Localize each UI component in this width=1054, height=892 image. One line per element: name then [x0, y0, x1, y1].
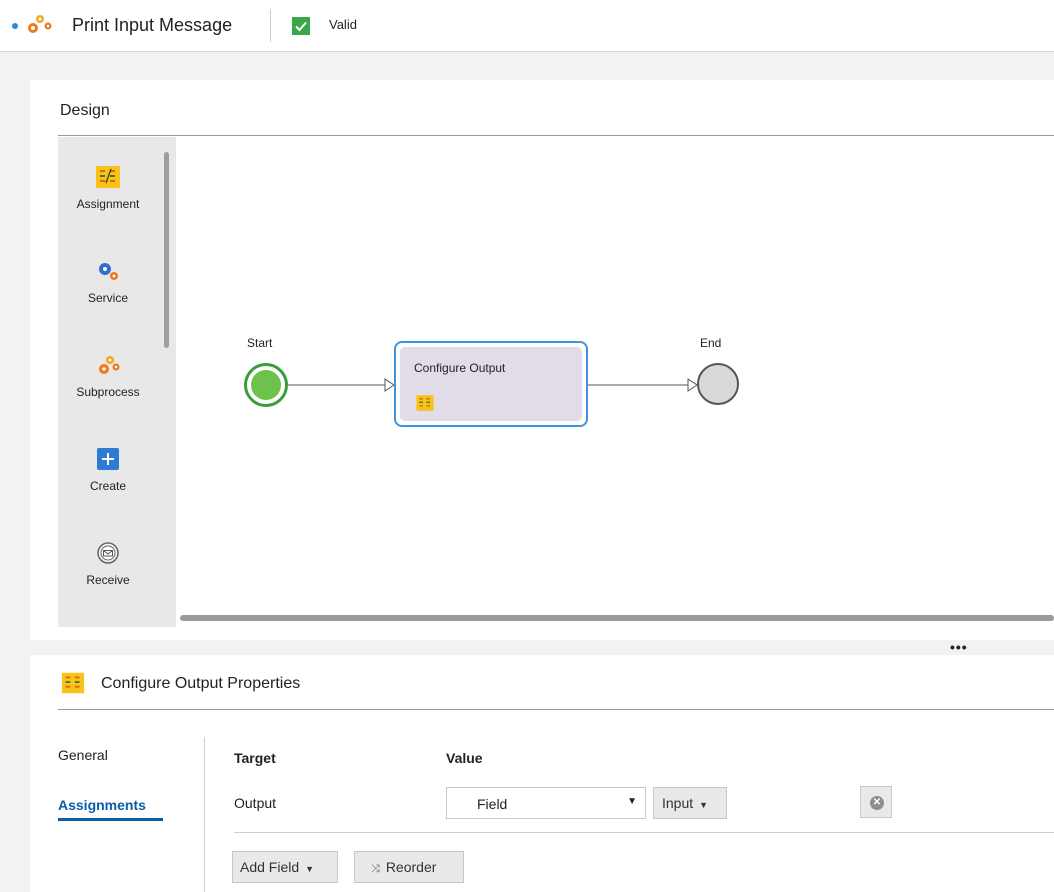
active-tab-indicator	[58, 818, 163, 821]
palette-scrollbar[interactable]	[164, 152, 169, 348]
start-node-fill	[251, 370, 281, 400]
add-field-button[interactable]: Add Field ▼	[232, 851, 338, 883]
reorder-icon: ⤨	[371, 862, 380, 875]
step-palette: Assignment Service Subprocess Create Rec…	[58, 137, 176, 627]
subprocess-icon	[99, 356, 120, 374]
process-title[interactable]: Print Input Message	[72, 15, 232, 36]
assignment-icon	[96, 166, 120, 188]
validation-status: Valid	[329, 17, 357, 32]
more-options-icon[interactable]: •••	[950, 639, 968, 655]
properties-title: Configure Output Properties	[101, 675, 301, 692]
assignment-icon	[416, 395, 434, 411]
add-field-label: Add Field	[240, 859, 300, 875]
chevron-down-icon: ▼	[627, 796, 637, 807]
configure-output-step[interactable]: Configure Output	[394, 341, 588, 427]
end-label: End	[700, 336, 722, 350]
tab-general[interactable]: General	[58, 747, 108, 763]
process-icon	[28, 15, 52, 33]
step-body: Configure Output	[400, 347, 582, 421]
palette-item-service[interactable]: Service	[58, 257, 158, 305]
end-node[interactable]	[697, 363, 739, 405]
design-divider	[58, 135, 1054, 136]
header-bar: Print Input Message Valid	[0, 0, 1054, 52]
palette-label: Subprocess	[76, 385, 140, 399]
design-panel: Design Assignment Service Subprocess Cre…	[30, 80, 1054, 640]
receive-icon	[97, 542, 119, 564]
palette-label: Assignment	[76, 197, 140, 211]
properties-panel: Configure Output Properties General Assi…	[30, 655, 1054, 892]
chevron-down-icon: ▼	[305, 864, 315, 874]
reorder-label: Reorder	[385, 858, 437, 875]
palette-label: Service	[87, 291, 128, 305]
close-icon: ✕	[870, 796, 884, 810]
create-icon	[97, 448, 119, 470]
design-title: Design	[60, 102, 110, 119]
row-divider	[234, 832, 1054, 833]
start-node[interactable]	[244, 363, 288, 407]
start-label: Start	[247, 336, 273, 350]
valid-check-icon	[292, 17, 310, 35]
value-source-dropdown[interactable]: Input ▼	[653, 787, 727, 819]
step-title: Configure Output	[414, 361, 506, 375]
palette-item-assignment[interactable]: Assignment	[58, 163, 158, 211]
value-source-label: Input	[662, 795, 694, 811]
assignment-icon	[61, 672, 85, 694]
tab-assignments[interactable]: Assignments	[58, 797, 146, 813]
column-header-target: Target	[234, 750, 276, 766]
header-divider	[270, 9, 271, 42]
palette-item-subprocess[interactable]: Subprocess	[58, 351, 158, 399]
unsaved-indicator-dot	[12, 23, 18, 29]
properties-divider	[58, 709, 1054, 710]
tabs-divider	[204, 737, 205, 892]
palette-item-create[interactable]: Create	[58, 445, 158, 493]
column-header-value: Value	[446, 750, 483, 766]
reorder-button[interactable]: ⤨ Reorder	[354, 851, 464, 883]
service-icon	[99, 263, 118, 280]
palette-label: Receive	[86, 573, 130, 587]
assignment-target: Output	[234, 795, 277, 811]
chevron-down-icon: ▼	[699, 800, 709, 810]
value-type-select[interactable]: Field ▼	[446, 787, 646, 819]
palette-item-receive[interactable]: Receive	[58, 539, 158, 587]
palette-label: Create	[89, 479, 127, 493]
value-type-selected: Field	[477, 796, 508, 812]
remove-assignment-button[interactable]: ✕	[860, 786, 892, 818]
canvas-horizontal-scrollbar[interactable]	[180, 615, 1054, 621]
